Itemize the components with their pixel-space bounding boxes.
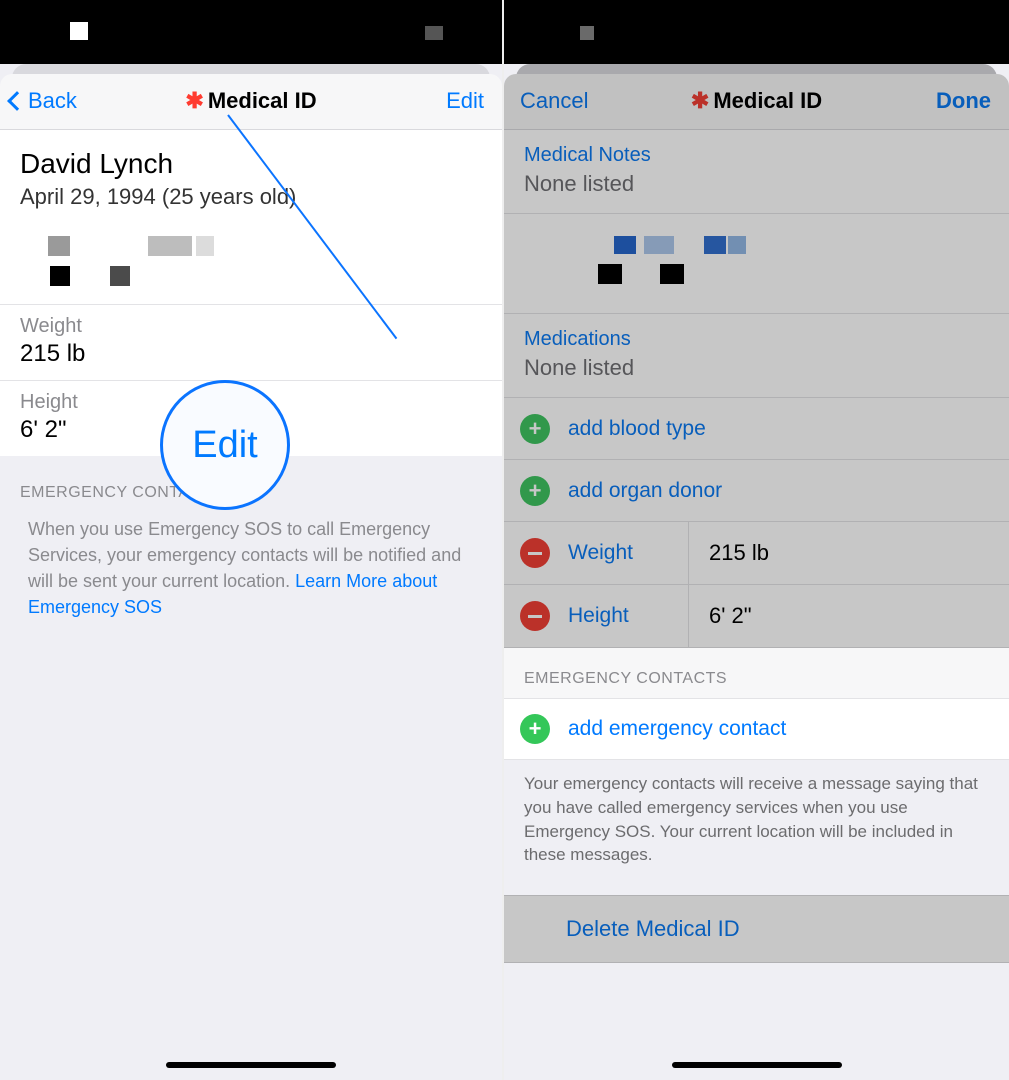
medical-notes-value: None listed [524,171,989,197]
person-dob: April 29, 1994 (25 years old) [20,184,482,210]
add-blood-type-row[interactable]: + add blood type [504,397,1009,459]
home-indicator[interactable] [672,1062,842,1068]
redacted-block [504,213,1009,313]
minus-icon [520,538,550,568]
plus-icon: + [520,476,550,506]
nav-title: ✱Medical ID [504,88,1009,114]
phone-edit-medical-id: Cancel ✱Medical ID Done Medical Notes No… [504,0,1009,1080]
medications-value: None listed [524,355,989,381]
redacted-block [0,218,502,304]
plus-icon: + [520,714,550,744]
add-organ-donor-row[interactable]: + add organ donor [504,459,1009,521]
minus-icon [520,601,550,631]
person-name: David Lynch [20,148,482,180]
medical-asterisk-icon: ✱ [185,88,203,113]
medical-notes-row[interactable]: Medical Notes None listed [504,130,1009,213]
home-indicator[interactable] [166,1062,336,1068]
status-bar [504,0,1009,64]
sos-description: When you use Emergency SOS to call Emerg… [0,512,502,620]
medications-row[interactable]: Medications None listed [504,313,1009,397]
weight-row: Weight 215 lb [0,304,502,380]
emergency-contacts-header: EMERGENCY CONTACTS [504,648,1009,698]
nav-bar: Back ✱Medical ID Edit [0,74,502,130]
medical-notes-label: Medical Notes [524,144,989,167]
done-button[interactable]: Done [936,88,991,114]
medications-label: Medications [524,328,989,351]
nav-title: ✱Medical ID [0,88,502,114]
status-bar [0,0,502,64]
nav-bar: Cancel ✱Medical ID Done [504,74,1009,130]
medical-asterisk-icon: ✱ [691,88,709,113]
height-edit-row[interactable]: Height 6' 2" [504,584,1009,648]
weight-value: 215 lb [20,340,482,368]
weight-edit-row[interactable]: Weight 215 lb [504,521,1009,584]
add-emergency-contact-row[interactable]: + add emergency contact [504,698,1009,760]
weight-label: Weight [20,315,482,338]
plus-icon: + [520,414,550,444]
emergency-contacts-footer: Your emergency contacts will receive a m… [504,760,1009,867]
annotation-magnifier: Edit [160,380,290,510]
delete-medical-id-button[interactable]: Delete Medical ID [504,895,1009,963]
phone-view-medical-id: Back ✱Medical ID Edit David Lynch April … [0,0,504,1080]
edit-button[interactable]: Edit [446,88,484,114]
